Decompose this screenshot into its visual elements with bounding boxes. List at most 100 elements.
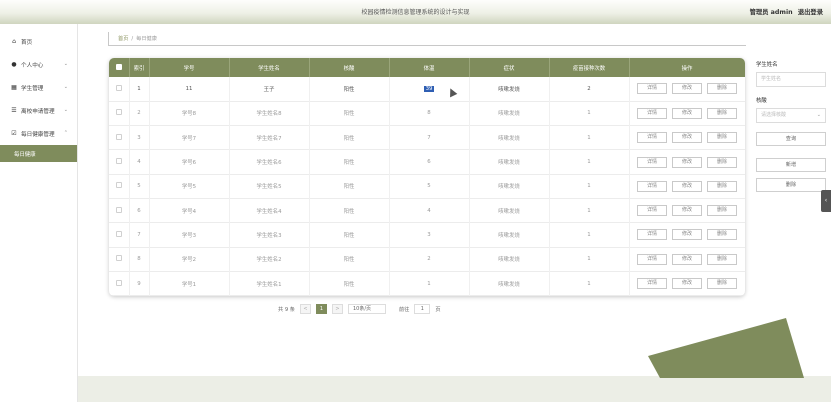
row-select-cell[interactable]: [109, 174, 130, 199]
student-name-input[interactable]: 学生姓名: [756, 72, 826, 87]
delete-button[interactable]: 删除: [707, 156, 737, 168]
student-id-cell: 学号8: [149, 101, 230, 126]
detail-button[interactable]: 详情: [637, 229, 667, 241]
detail-button[interactable]: 详情: [637, 83, 667, 95]
detail-button[interactable]: 详情: [637, 278, 667, 290]
nucleic-cell: 阳性: [309, 101, 390, 126]
table-row[interactable]: 3 学号7 学生姓名7 阳性 7 咳嗽发烧 1 详情 修改 删除: [109, 125, 745, 150]
select-all-cell[interactable]: [109, 58, 130, 77]
delete-button[interactable]: 删除: [707, 253, 737, 265]
row-select-cell[interactable]: [109, 222, 130, 248]
student-name-cell: 学生姓名8: [229, 101, 310, 126]
row-checkbox[interactable]: [115, 182, 122, 189]
column-header: 症状: [469, 58, 550, 77]
symptom-cell: 咳嗽发烧: [469, 125, 550, 150]
row-checkbox[interactable]: [115, 109, 122, 116]
symptom-cell: 咳嗽发烧: [469, 247, 550, 272]
search-button[interactable]: 查询: [756, 132, 826, 146]
delete-button[interactable]: 删除: [707, 107, 737, 119]
sidebar-item-profile[interactable]: ● 个人中心 ⌄: [0, 53, 77, 76]
edit-button[interactable]: 修改: [672, 253, 702, 265]
delete-button[interactable]: 删除: [707, 205, 737, 217]
row-select-cell[interactable]: [109, 149, 130, 175]
breadcrumb: 首页 / 每日健康: [108, 32, 746, 46]
add-button[interactable]: 新增: [756, 158, 826, 172]
sidebar-item-students[interactable]: ▦ 学生管理 ⌄: [0, 76, 77, 99]
delete-button[interactable]: 删除: [707, 83, 737, 95]
delete-button[interactable]: 删除: [707, 278, 737, 290]
row-checkbox[interactable]: [115, 255, 122, 262]
page-number-button[interactable]: 1: [315, 304, 327, 314]
detail-button[interactable]: 详情: [637, 107, 667, 119]
column-header: 学号: [149, 58, 230, 77]
student-name-cell: 王子: [229, 77, 310, 102]
temp-cell: 5: [389, 174, 470, 199]
detail-button[interactable]: 详情: [637, 180, 667, 192]
edit-button[interactable]: 修改: [672, 83, 702, 95]
data-table-card: 索引 学号 学生姓名 核酸 体温 症状 疫苗接种次数 操作 1 11 王子 阳性 39 咳…: [109, 58, 745, 296]
detail-button[interactable]: 详情: [637, 205, 667, 217]
row-checkbox[interactable]: [115, 279, 122, 286]
edit-button[interactable]: 修改: [672, 205, 702, 217]
row-select-cell[interactable]: [109, 101, 130, 126]
row-select-cell[interactable]: [109, 198, 130, 223]
nucleic-select[interactable]: 请选择核酸 ⌄: [756, 108, 826, 123]
next-page-button[interactable]: >: [331, 304, 343, 314]
temp-highlight: 39: [423, 85, 435, 92]
delete-button[interactable]: 删除: [707, 229, 737, 241]
edit-button[interactable]: 修改: [672, 229, 702, 241]
breadcrumb-home[interactable]: 首页: [118, 35, 128, 42]
column-header: 核酸: [309, 58, 390, 77]
prev-page-button[interactable]: <: [299, 304, 311, 314]
goto-page-input[interactable]: 1: [414, 304, 431, 314]
detail-button[interactable]: 详情: [637, 132, 667, 144]
student-id-cell: 学号7: [149, 125, 230, 150]
sidebar-subitem-daily-health[interactable]: 每日健康: [0, 145, 77, 162]
row-select-cell[interactable]: [109, 247, 130, 272]
chevron-down-icon: ⌄: [63, 107, 68, 113]
table-row[interactable]: 2 学号8 学生姓名8 阳性 8 咳嗽发烧 1 详情 修改 删除: [109, 101, 745, 126]
row-checkbox[interactable]: [115, 158, 122, 165]
index-cell: 1: [129, 77, 150, 102]
logout-link[interactable]: 退出登录: [798, 9, 823, 16]
edit-button[interactable]: 修改: [672, 278, 702, 290]
temp-cell: 3: [389, 222, 470, 248]
nucleic-cell: 阳性: [309, 174, 390, 199]
sidebar-item-health[interactable]: ☑ 每日健康管理 ⌃: [0, 122, 77, 145]
vaccine-count-cell: 1: [549, 198, 630, 223]
pagination: 共 9 条 < 1 > 10条/页 前往 1 页: [278, 304, 441, 314]
row-actions: 详情 修改 删除: [630, 205, 745, 217]
row-select-cell[interactable]: [109, 125, 130, 150]
page-size-select[interactable]: 10条/页: [347, 304, 386, 314]
nucleic-cell: 阳性: [309, 247, 390, 272]
collapse-handle[interactable]: ‹: [821, 190, 831, 212]
edit-button[interactable]: 修改: [672, 180, 702, 192]
table-row[interactable]: 8 学号2 学生姓名2 阳性 2 咳嗽发烧 1 详情 修改 删除: [109, 247, 745, 272]
app-title: 校园疫情检测信息管理系统的设计与实现: [361, 9, 470, 16]
detail-button[interactable]: 详情: [637, 156, 667, 168]
table-row[interactable]: 1 11 王子 阳性 39 咳嗽发烧 2 详情 修改 删除: [109, 77, 745, 102]
row-checkbox[interactable]: [115, 206, 122, 213]
select-all-checkbox[interactable]: [115, 63, 122, 70]
batch-delete-button[interactable]: 删除: [756, 178, 826, 192]
detail-button[interactable]: 详情: [637, 253, 667, 265]
delete-button[interactable]: 删除: [707, 132, 737, 144]
row-checkbox[interactable]: [115, 230, 122, 237]
table-row[interactable]: 9 学号1 学生姓名1 阳性 1 咳嗽发烧 1 详情 修改 删除: [109, 271, 745, 296]
table-row[interactable]: 4 学号6 学生姓名6 阳性 6 咳嗽发烧 1 详情 修改 删除: [109, 149, 745, 175]
edit-button[interactable]: 修改: [672, 107, 702, 119]
sidebar-item-home[interactable]: ⌂ 首页: [0, 30, 77, 53]
table-row[interactable]: 7 学号3 学生姓名3 阳性 3 咳嗽发烧 1 详情 修改 删除: [109, 222, 745, 248]
row-checkbox[interactable]: [115, 84, 122, 91]
temp-cell: 6: [389, 149, 470, 175]
row-checkbox[interactable]: [115, 133, 122, 140]
delete-button[interactable]: 删除: [707, 180, 737, 192]
edit-button[interactable]: 修改: [672, 156, 702, 168]
sidebar-item-leave[interactable]: ☰ 离校申请管理 ⌄: [0, 99, 77, 122]
edit-button[interactable]: 修改: [672, 132, 702, 144]
row-select-cell[interactable]: [109, 77, 130, 102]
chevron-down-icon: ⌄: [63, 84, 68, 90]
table-row[interactable]: 5 学号5 学生姓名5 阳性 5 咳嗽发烧 1 详情 修改 删除: [109, 174, 745, 199]
row-select-cell[interactable]: [109, 271, 130, 296]
table-row[interactable]: 6 学号4 学生姓名4 阳性 4 咳嗽发烧 1 详情 修改 删除: [109, 198, 745, 223]
